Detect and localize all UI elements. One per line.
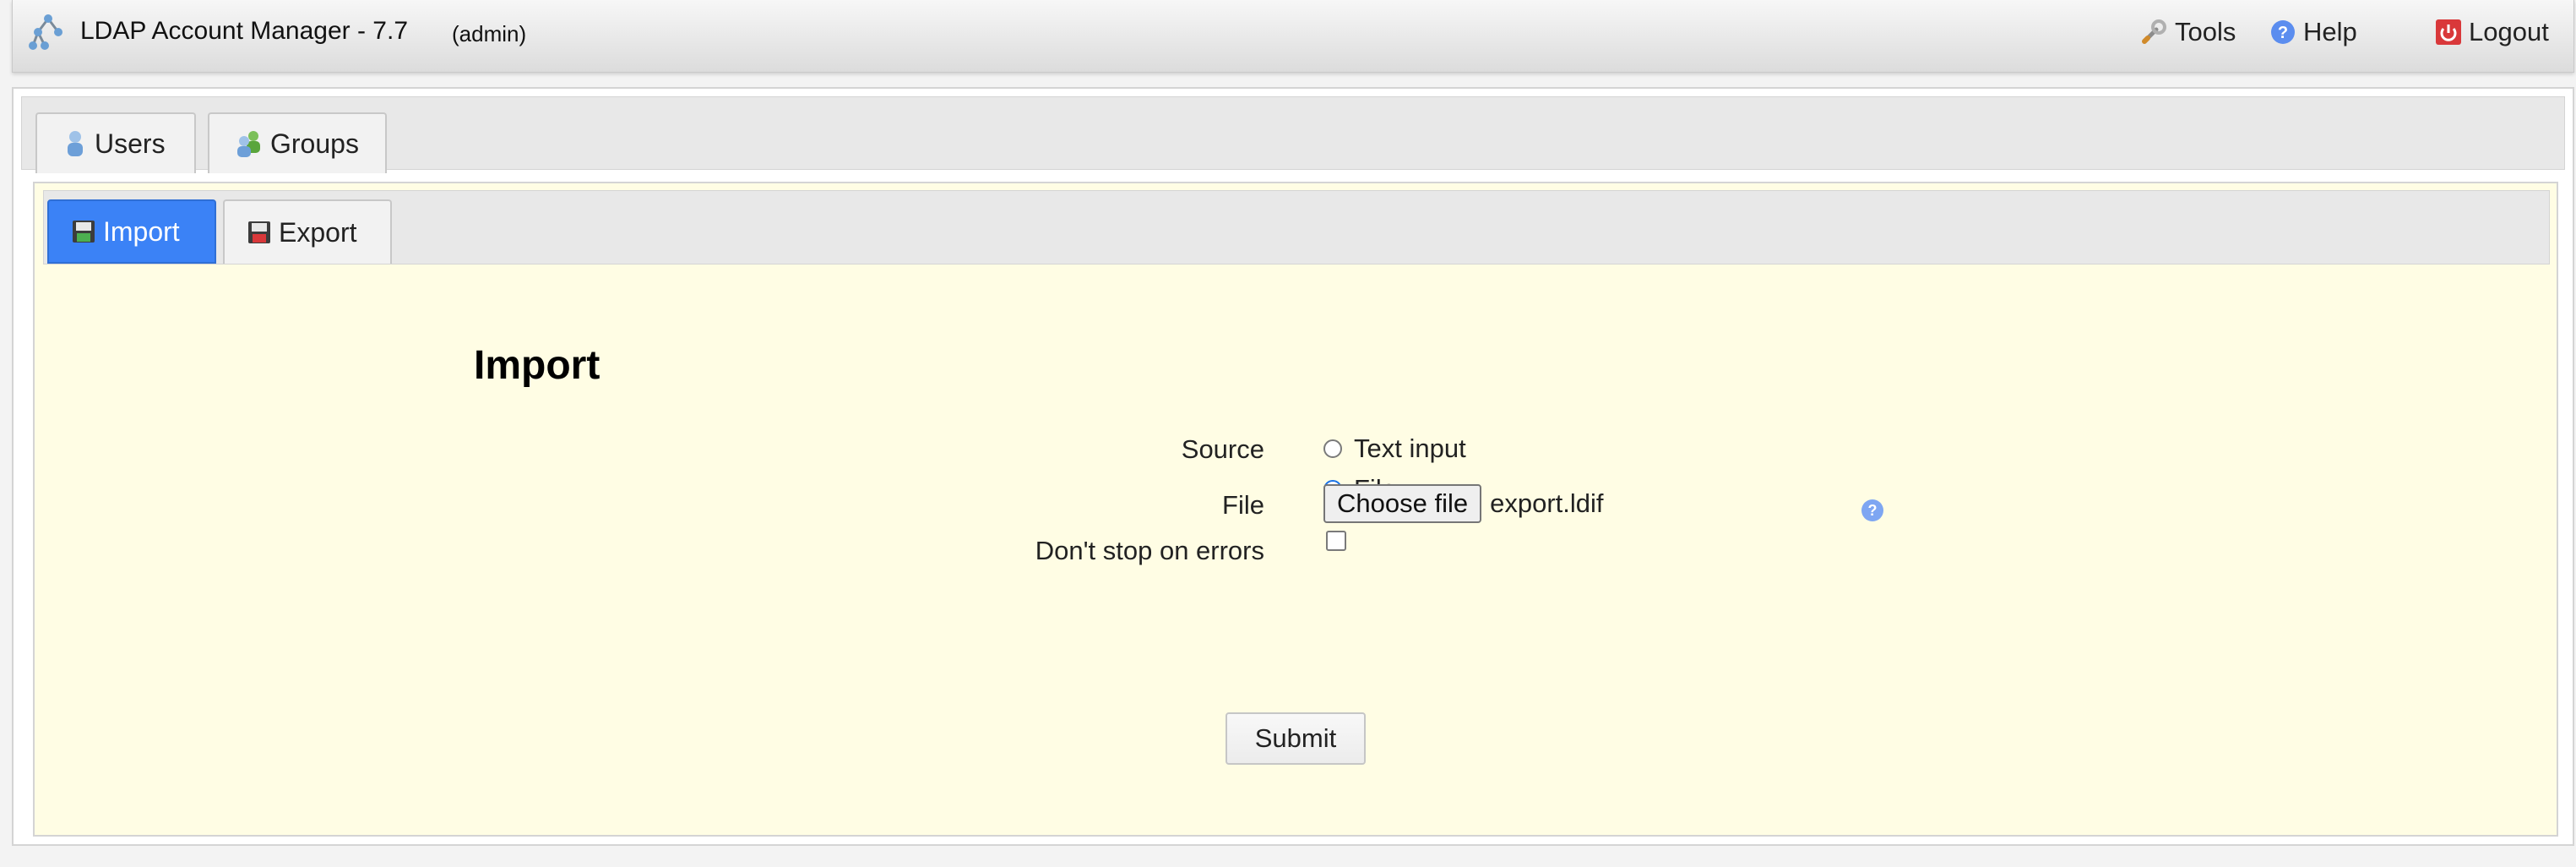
group-icon [237, 131, 260, 157]
main-tabbar: Users Groups [21, 96, 2565, 173]
tab-import[interactable]: Import [47, 199, 216, 264]
source-label: Source [1181, 434, 1264, 464]
logout-menu-link[interactable]: Logout [2435, 17, 2549, 47]
tools-label: Tools [2175, 17, 2236, 46]
tab-users-label: Users [95, 128, 166, 159]
import-icon [73, 221, 95, 243]
selected-file-name: export.ldif [1490, 488, 1604, 518]
content-area: Users Groups Import Export Import Source… [12, 87, 2574, 846]
source-text-input-label: Text input [1354, 434, 1466, 463]
app-title: LDAP Account Manager - 7.7 [80, 17, 409, 45]
logged-in-user: (admin) [452, 21, 527, 46]
export-icon [248, 221, 270, 243]
help-icon: ? [2271, 20, 2295, 44]
tab-export-label: Export [279, 216, 357, 248]
svg-text:?: ? [2278, 24, 2288, 42]
ldap-tree-logo-icon [29, 14, 62, 50]
tab-groups-label: Groups [270, 128, 359, 159]
choose-file-button[interactable]: Choose file [1323, 484, 1482, 523]
top-header: LDAP Account Manager - 7.7 (admin) Tools… [12, 0, 2574, 73]
power-icon [2436, 19, 2461, 45]
dont-stop-on-errors-checkbox[interactable] [1326, 531, 1346, 551]
tab-groups[interactable]: Groups [208, 112, 387, 173]
dont-stop-on-errors-label: Don't stop on errors [1035, 536, 1264, 565]
source-text-input-radio[interactable] [1323, 439, 1342, 458]
tools-menu-link[interactable]: Tools [2139, 17, 2236, 47]
svg-text:?: ? [1868, 502, 1878, 519]
source-text-input-option[interactable]: Text input [1323, 434, 1466, 464]
help-label: Help [2303, 17, 2357, 46]
tab-import-label: Import [103, 215, 180, 247]
file-help-icon[interactable]: ? [1860, 498, 1885, 523]
form-title: Import [474, 343, 601, 388]
logout-label: Logout [2469, 17, 2549, 46]
help-menu-link[interactable]: ? Help [2269, 17, 2357, 47]
tab-users[interactable]: Users [35, 112, 196, 173]
import-panel: Import Export Import Source Text input F… [33, 182, 2558, 837]
sub-tabbar: Import Export [43, 190, 2550, 264]
file-input[interactable]: Choose file export.ldif [1323, 484, 1604, 523]
file-label: File [1222, 490, 1264, 520]
submit-button[interactable]: Submit [1226, 712, 1366, 765]
wrench-icon [2142, 19, 2166, 44]
user-icon [68, 131, 83, 156]
tab-export[interactable]: Export [223, 199, 392, 264]
